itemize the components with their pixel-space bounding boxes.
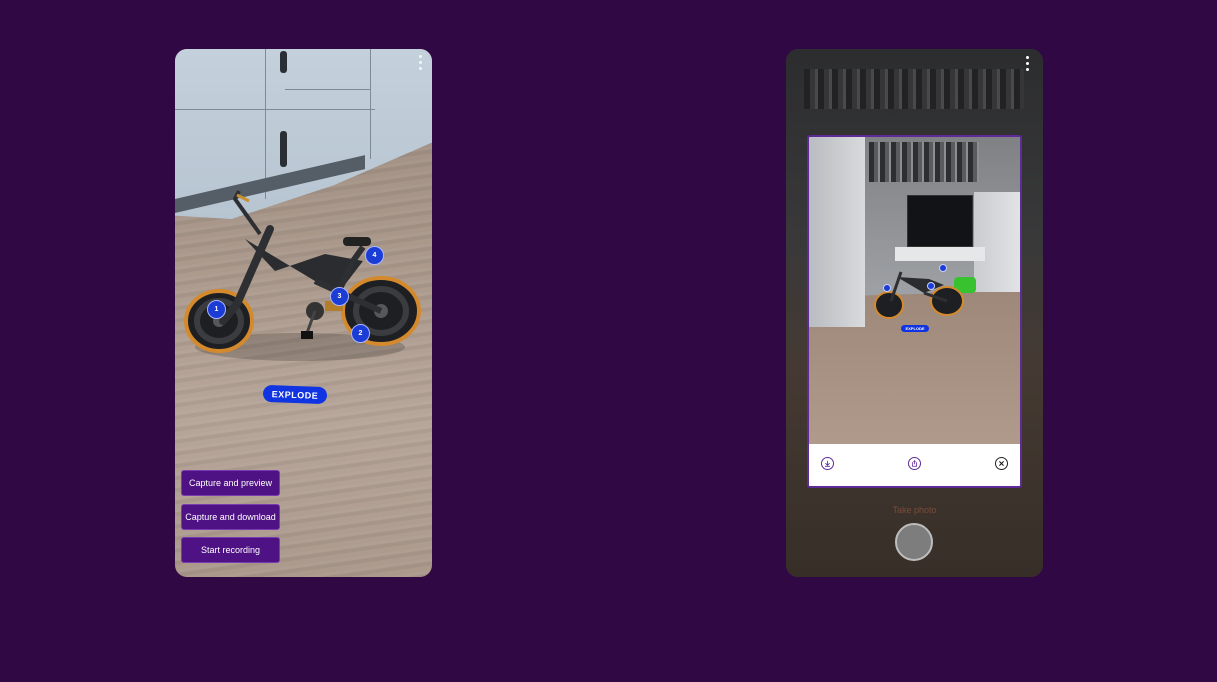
capture-and-preview-button[interactable]: Capture and preview bbox=[181, 470, 280, 496]
preview-action-bar bbox=[809, 444, 1020, 486]
explode-button[interactable]: EXPLODE bbox=[262, 384, 328, 405]
preview-explode-label: EXPLODE bbox=[901, 325, 929, 332]
shutter-button[interactable] bbox=[895, 523, 933, 561]
hotspot-3[interactable]: 3 bbox=[330, 287, 349, 306]
captured-image: EXPLODE bbox=[809, 137, 1020, 444]
hotspot-4[interactable]: 4 bbox=[365, 246, 384, 265]
capture-preview-screen: EXPLODE Take photo bbox=[786, 49, 1043, 577]
preview-hotspot-2 bbox=[927, 282, 935, 290]
more-vert-icon[interactable] bbox=[1026, 56, 1030, 71]
preview-hotspot-1 bbox=[883, 284, 891, 292]
take-photo-label: Take photo bbox=[892, 505, 937, 515]
share-icon[interactable] bbox=[908, 457, 921, 470]
bike-3d-model-preview bbox=[874, 271, 964, 319]
ar-viewer-screen: 1 2 3 4 EXPLODE Capture and preview Capt… bbox=[175, 49, 432, 577]
preview-hotspot-3 bbox=[939, 264, 947, 272]
close-icon[interactable] bbox=[995, 457, 1008, 470]
capture-and-download-button[interactable]: Capture and download bbox=[181, 504, 280, 530]
download-icon[interactable] bbox=[821, 457, 834, 470]
hotspot-1[interactable]: 1 bbox=[207, 300, 226, 319]
tv bbox=[907, 195, 973, 247]
capture-preview-card: EXPLODE bbox=[807, 135, 1022, 488]
hotspot-2[interactable]: 2 bbox=[351, 324, 370, 343]
start-recording-button[interactable]: Start recording bbox=[181, 537, 280, 563]
